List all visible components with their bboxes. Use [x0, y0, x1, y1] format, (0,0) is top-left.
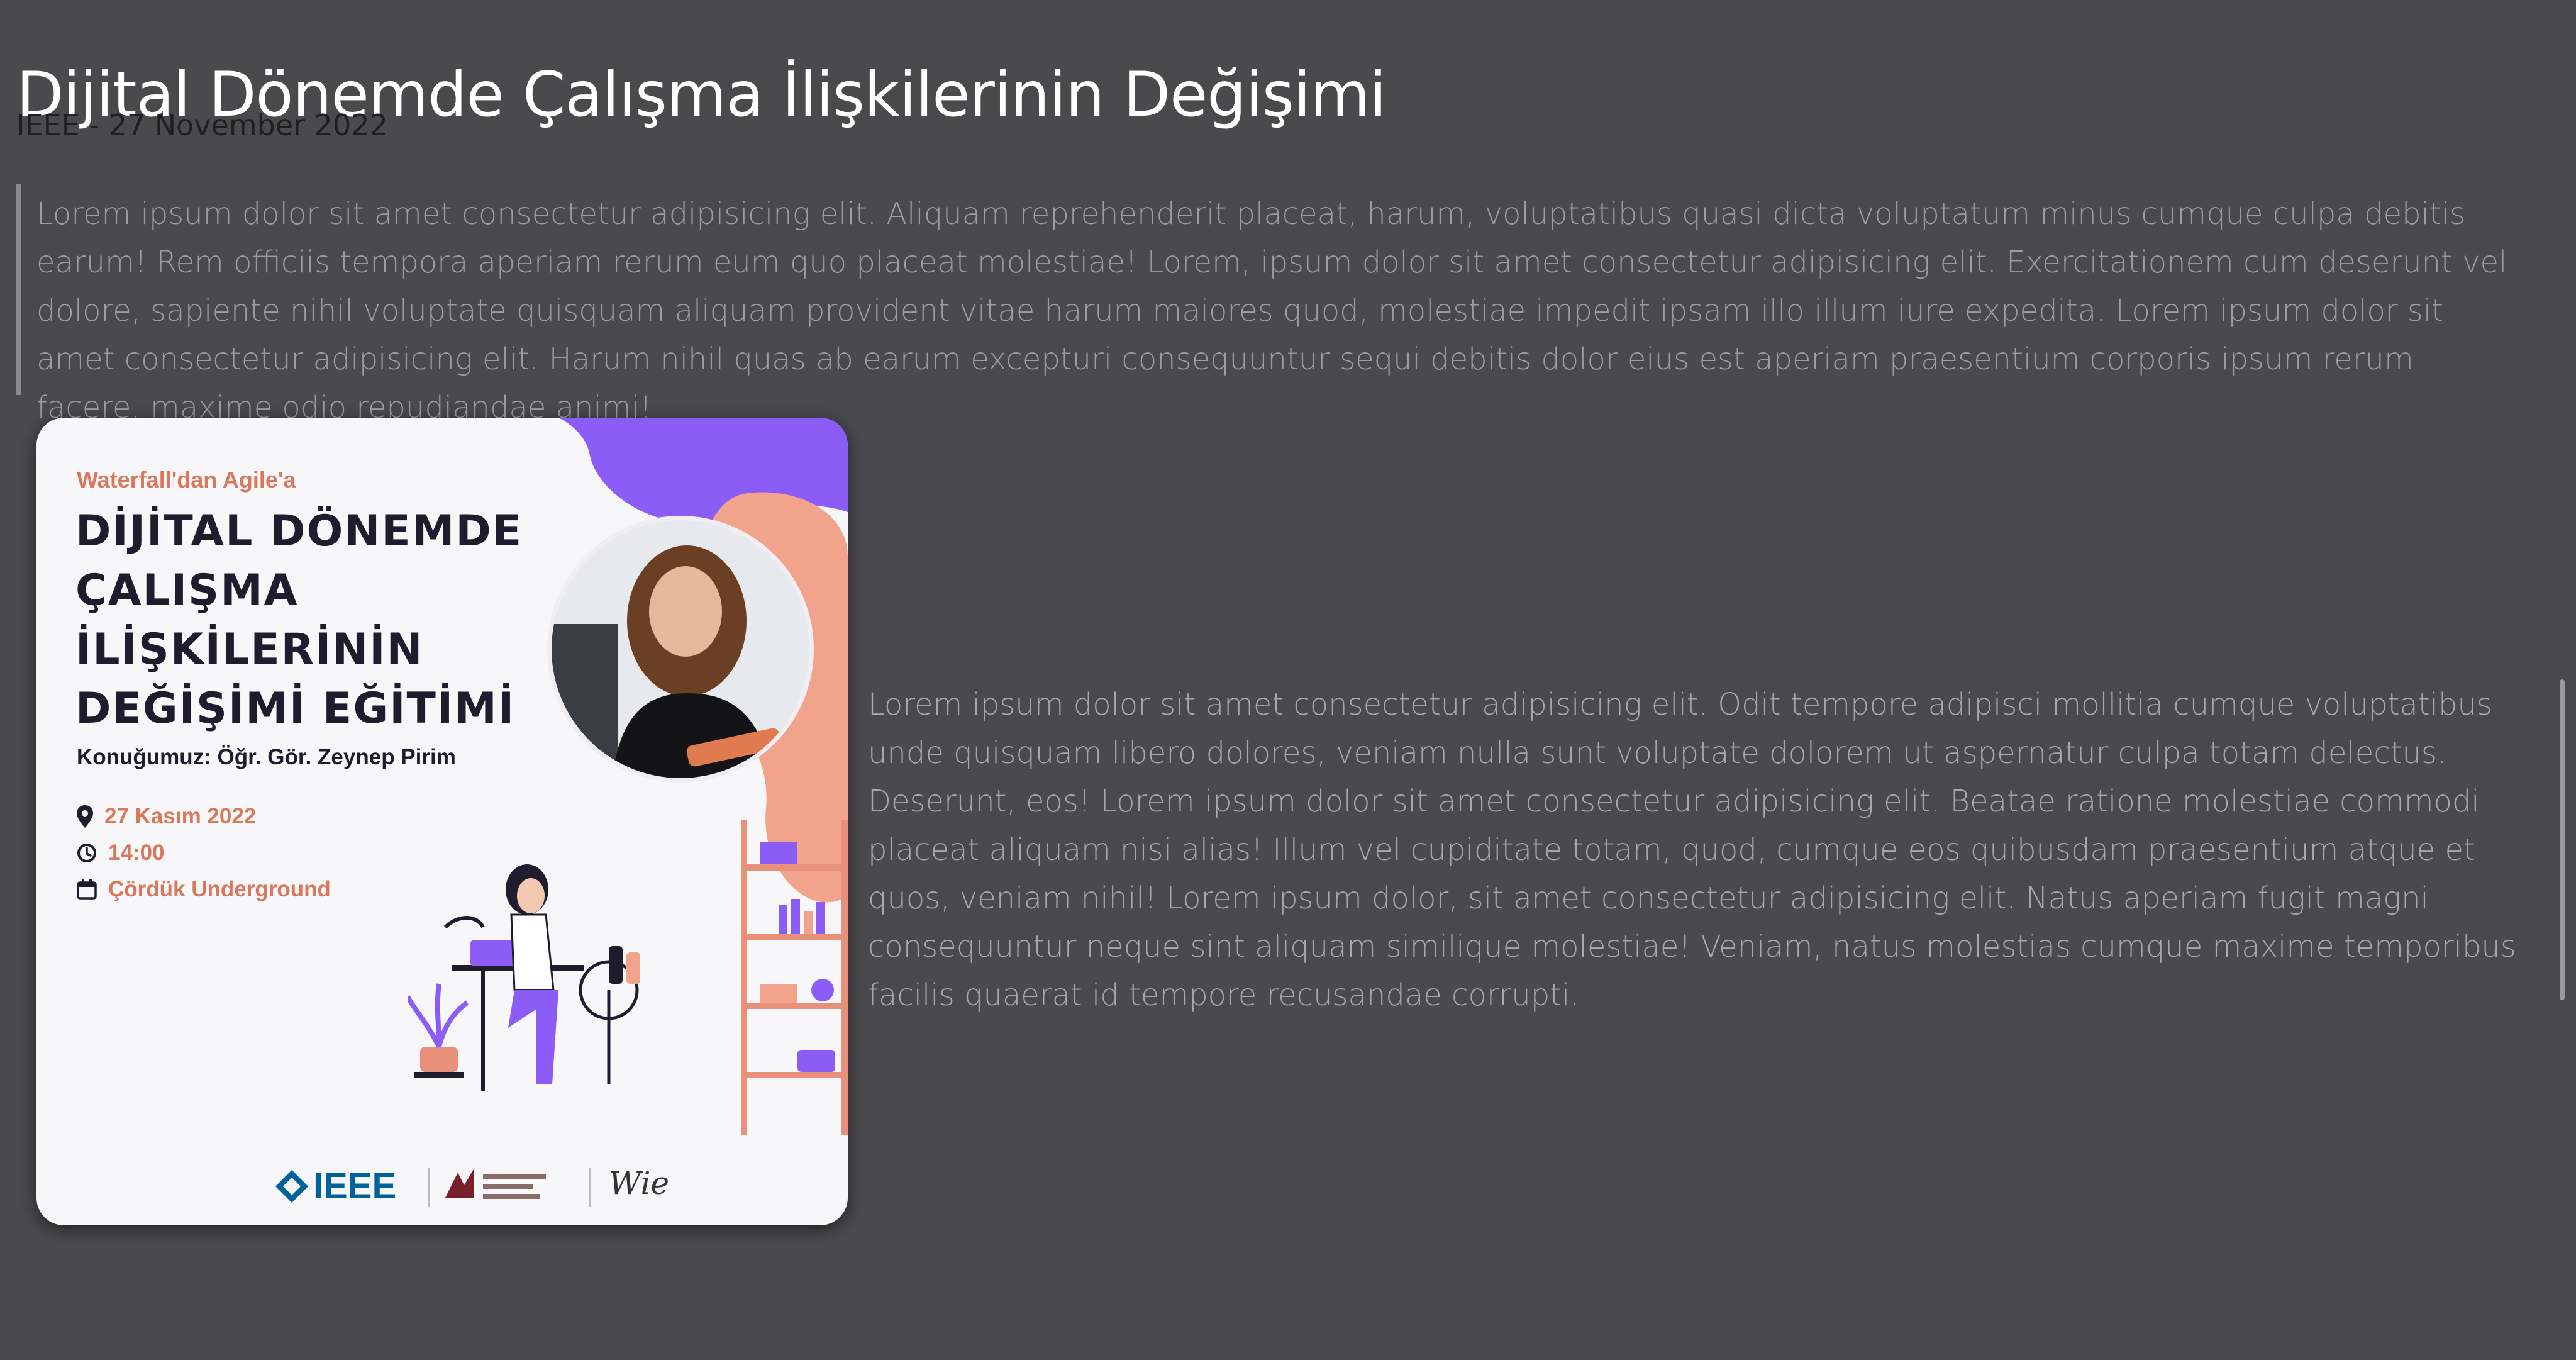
ieee-logo: IEEE [274, 1165, 396, 1207]
intro-blockquote: Lorem ipsum dolor sit amet consectetur a… [16, 184, 2524, 425]
poster-date-row: 27 Kasım 2022 [77, 804, 256, 829]
clock-icon [77, 844, 96, 862]
scrollbar[interactable] [2560, 679, 2565, 1000]
ieee-diamond-icon [275, 1169, 308, 1203]
bookshelf [741, 820, 848, 1135]
poster-venue-row: Çördük Underground [77, 877, 331, 902]
location-pin-icon [77, 805, 93, 828]
logo-divider [589, 1168, 591, 1207]
logo-divider [428, 1168, 430, 1207]
university-logo [445, 1169, 546, 1199]
calendar-icon [77, 879, 97, 900]
poster-venue: Çördük Underground [108, 877, 331, 901]
poster-date: 27 Kasım 2022 [104, 804, 257, 828]
poster-time: 14:00 [108, 840, 165, 865]
intro-text: Lorem ipsum dolor sit amet consectetur a… [36, 196, 2507, 425]
poster-headline: DİJİTAL DÖNEMDE ÇALIŞMA İLİŞKİLERİNİN DE… [75, 506, 523, 733]
wie-logo: Wie [609, 1165, 670, 1201]
workspace-illustration [408, 820, 848, 1135]
body-text: Lorem ipsum dolor sit amet consectetur a… [868, 687, 2516, 1013]
event-poster: Waterfall'dan Agile'a DİJİTAL DÖNEMDE ÇA… [36, 418, 848, 1225]
ieee-logo-text: IEEE [313, 1166, 397, 1207]
post-meta: IEEE - 27 November 2022 [16, 108, 388, 142]
poster-time-row: 14:00 [77, 840, 165, 866]
poster-speaker: Konuğumuz: Öğr. Gör. Zeynep Pirim [77, 745, 456, 769]
speaker-photo [547, 516, 814, 783]
poster-kicker: Waterfall'dan Agile'a [77, 467, 296, 493]
